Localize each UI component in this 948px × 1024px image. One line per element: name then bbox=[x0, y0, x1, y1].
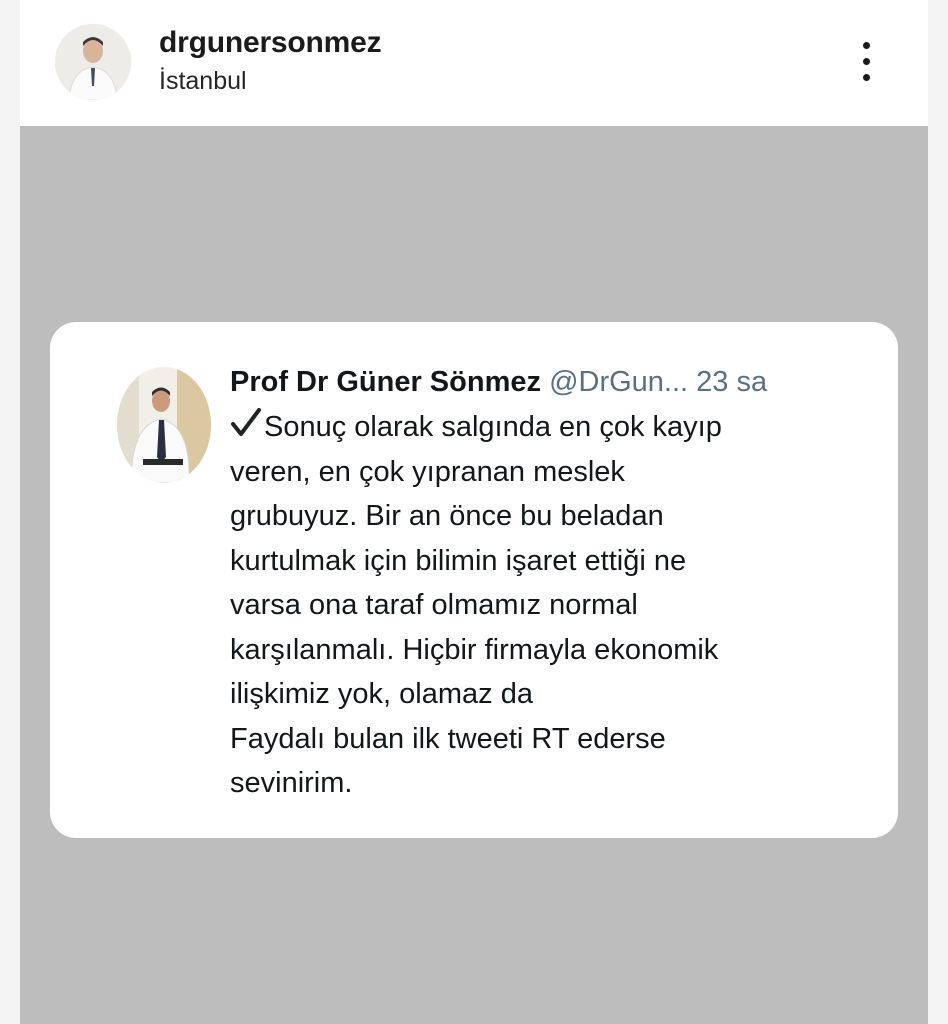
tweet-author-handle[interactable]: @DrGun... bbox=[549, 366, 688, 398]
tweet-header: Prof Dr Güner Sönmez @DrGun... 23 sa bbox=[230, 362, 870, 402]
tweet-line: sevinirim. bbox=[230, 767, 353, 799]
story-header: drgunersonmez İstanbul bbox=[20, 0, 928, 126]
instagram-story-screen: drgunersonmez İstanbul Prof Dr Güner Sön… bbox=[0, 0, 948, 1024]
tweet-line: varsa ona taraf olmamız normal bbox=[230, 589, 638, 621]
check-mark-icon bbox=[231, 408, 261, 436]
tweet-line: ilişkimiz yok, olamaz da bbox=[230, 678, 533, 710]
profile-photo bbox=[55, 24, 131, 100]
tweet-line: veren, en çok yıpranan meslek bbox=[230, 455, 625, 488]
tweet-line: grubuyuz. Bir an önce bu beladan bbox=[230, 500, 664, 532]
tweet-author-avatar bbox=[117, 367, 211, 483]
tweet-text: Sonuç olarak salgında en çok kayıp veren… bbox=[230, 405, 870, 806]
tweet-timestamp: 23 sa bbox=[696, 366, 768, 398]
tweet-line: Faydalı bulan ilk tweeti RT ederse bbox=[230, 722, 666, 755]
tweet-line: Sonuç olarak salgında en çok kayıp bbox=[230, 405, 870, 450]
tweet-screenshot-card: Prof Dr Güner Sönmez @DrGun... 23 sa Son… bbox=[50, 322, 898, 838]
tweet-author-photo bbox=[117, 367, 211, 483]
tweet-line: karşılanmalı. Hiçbir firmayla ekonomik bbox=[230, 633, 719, 666]
profile-username[interactable]: drgunersonmez bbox=[159, 26, 382, 60]
tweet-author-name[interactable]: Prof Dr Güner Sönmez bbox=[230, 366, 541, 398]
more-vertical-icon[interactable] bbox=[852, 38, 882, 86]
profile-avatar[interactable] bbox=[55, 24, 131, 100]
tweet-line: kurtulmak için bilimin işaret ettiği ne bbox=[230, 544, 687, 577]
tweet-line-text: Sonuç olarak salgında en çok kayıp bbox=[264, 411, 722, 443]
location-label[interactable]: İstanbul bbox=[159, 67, 247, 96]
